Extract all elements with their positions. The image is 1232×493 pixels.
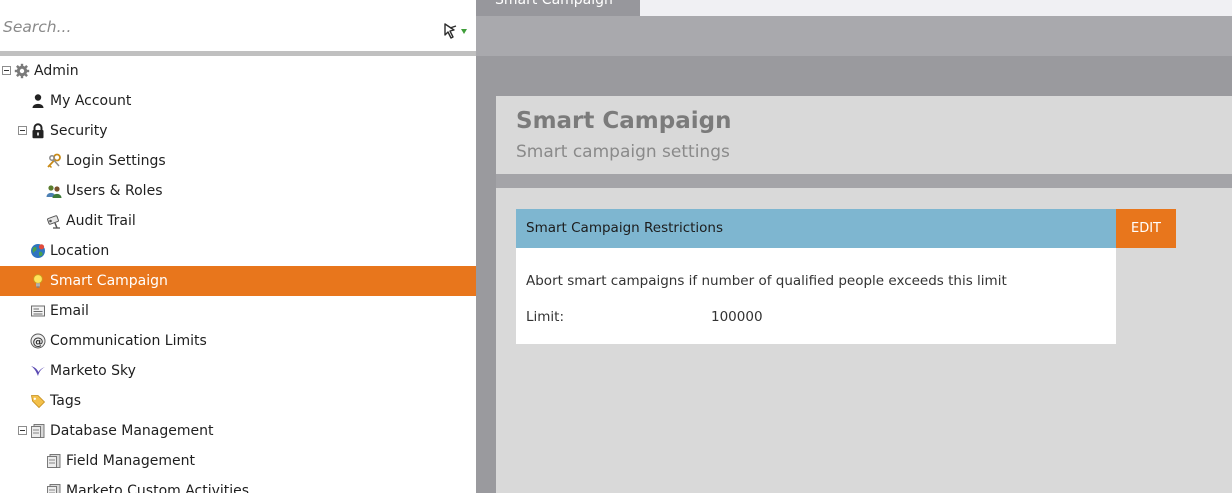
edit-button[interactable]: EDIT (1116, 209, 1176, 248)
svg-text:@: @ (33, 335, 44, 348)
admin-navigation-panel: Admin My Account Security (0, 0, 476, 493)
email-icon (31, 305, 45, 317)
person-icon (32, 94, 44, 108)
tag-icon (31, 395, 46, 409)
collapse-toggle-icon[interactable] (18, 126, 27, 135)
tab-smart-campaign[interactable]: Smart Campaign (476, 0, 640, 16)
page-subtitle: Smart campaign settings (516, 142, 730, 162)
settings-content: Smart Campaign Restrictions EDIT Abort s… (496, 188, 1232, 493)
database-icon (31, 424, 45, 438)
lock-icon (32, 123, 44, 139)
tree-item-label: Email (50, 303, 89, 319)
tree-item-marketo-custom-activities[interactable]: Marketo Custom Activities (0, 476, 476, 493)
tree-item-communication-limits[interactable]: @ Communication Limits (0, 326, 476, 356)
main-content-panel: Smart Campaign Smart Campaign Smart camp… (476, 0, 1232, 493)
database-icon (47, 454, 61, 468)
tree-item-smart-campaign[interactable]: Smart Campaign (0, 266, 476, 296)
tree-item-admin[interactable]: Admin (0, 56, 476, 86)
tree-item-users-roles[interactable]: Users & Roles (0, 176, 476, 206)
tree-item-marketo-sky[interactable]: Marketo Sky (0, 356, 476, 386)
search-bar (0, 0, 476, 51)
tree-item-database-management[interactable]: Database Management (0, 416, 476, 446)
tree-item-location[interactable]: Location (0, 236, 476, 266)
page-title: Smart Campaign (516, 108, 732, 134)
tree-item-label: Tags (50, 393, 81, 409)
tab-bar: Smart Campaign (476, 0, 1232, 56)
keys-icon (47, 153, 61, 169)
tab-strip-background (640, 0, 1232, 16)
tree-item-email[interactable]: Email (0, 296, 476, 326)
header-divider (496, 174, 1232, 188)
tree-item-label: Smart Campaign (50, 273, 168, 289)
page-header: Smart Campaign Smart campaign settings (496, 96, 1232, 174)
tree-item-tags[interactable]: Tags (0, 386, 476, 416)
restriction-description: Abort smart campaigns if number of quali… (526, 273, 1007, 289)
tree-item-label: Users & Roles (66, 183, 163, 199)
tree-item-label: Security (50, 123, 108, 139)
tree-item-label: Location (50, 243, 110, 259)
limit-value: 100000 (711, 309, 763, 325)
tree-item-label: Marketo Sky (50, 363, 136, 379)
admin-tree: Admin My Account Security Login Settings… (0, 56, 476, 493)
globe-icon (31, 244, 45, 258)
tree-item-login-settings[interactable]: Login Settings (0, 146, 476, 176)
tree-item-label: My Account (50, 93, 132, 109)
database-icon (47, 484, 61, 493)
restrictions-card-header: Smart Campaign Restrictions (516, 209, 1116, 248)
tab-label: Smart Campaign (495, 0, 613, 8)
collapse-toggle-icon[interactable] (18, 426, 27, 435)
tree-item-label: Admin (34, 63, 79, 79)
tree-item-label: Database Management (50, 423, 214, 439)
collapse-toggle-icon[interactable] (2, 66, 11, 75)
bird-icon (31, 366, 45, 376)
tree-item-label: Audit Trail (66, 213, 136, 229)
content-gutter (476, 96, 496, 493)
limit-label: Limit: (526, 309, 565, 325)
tree-item-field-management[interactable]: Field Management (0, 446, 476, 476)
users-icon (46, 185, 62, 198)
tree-item-label: Marketo Custom Activities (66, 483, 250, 493)
tree-item-security[interactable]: Security (0, 116, 476, 146)
tree-item-audit-trail[interactable]: Audit Trail (0, 206, 476, 236)
tree-item-label: Communication Limits (50, 333, 207, 349)
lightbulb-icon (33, 274, 43, 288)
restrictions-card-body: Abort smart campaigns if number of quali… (516, 248, 1116, 344)
gear-icon (14, 63, 30, 79)
card-title: Smart Campaign Restrictions (526, 220, 724, 236)
search-input[interactable] (3, 14, 433, 40)
at-sign-icon: @ (30, 333, 46, 349)
toolbar-band (476, 56, 1232, 96)
tree-item-my-account[interactable]: My Account (0, 86, 476, 116)
camera-icon (47, 215, 60, 229)
tree-item-label: Field Management (66, 453, 195, 469)
search-options-icon[interactable] (441, 22, 471, 42)
tree-item-label: Login Settings (66, 153, 166, 169)
